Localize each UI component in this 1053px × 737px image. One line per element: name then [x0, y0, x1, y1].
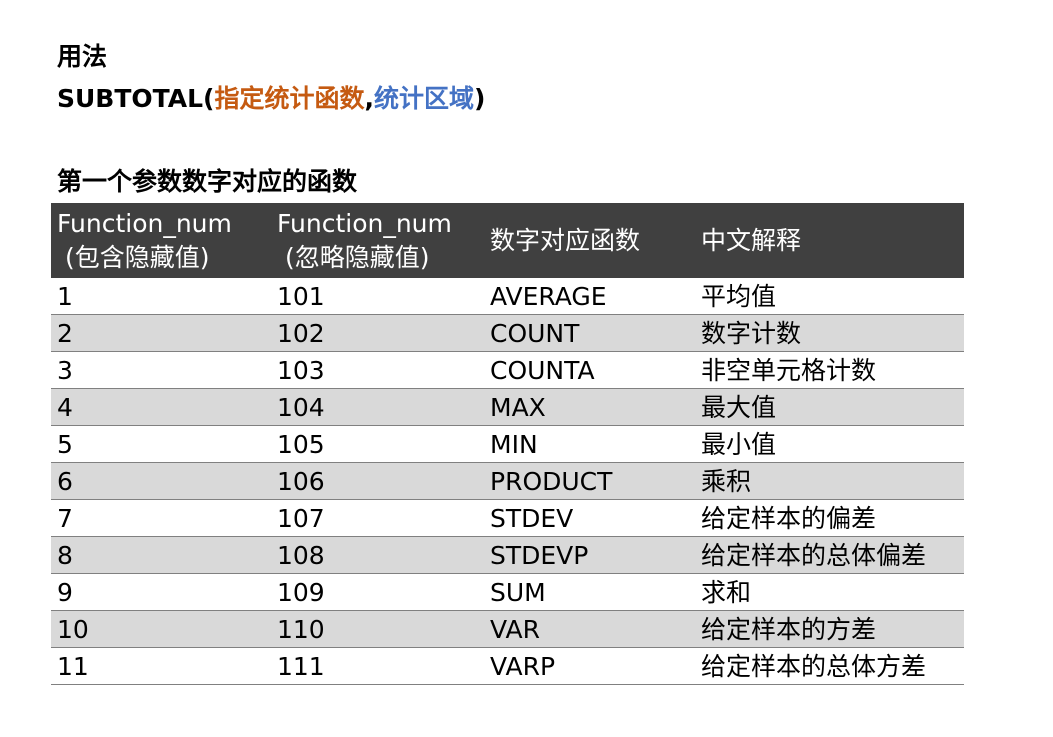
cell-description: 求和 [701, 578, 752, 607]
cell-function: STDEVP [490, 541, 589, 570]
cell-description: 平均值 [701, 282, 777, 311]
cell-num-ignoring-hidden: 106 [277, 467, 325, 496]
header-function: 数字对应函数 [490, 225, 641, 255]
table-row: 8 108 STDEVP 给定样本的总体偏差 [51, 537, 964, 574]
cell-description: 乘积 [701, 467, 752, 496]
header-label: Function_num [57, 208, 232, 238]
cell-function: AVERAGE [490, 282, 607, 311]
syntax-close-paren: ) [474, 84, 486, 113]
cell-description: 数字计数 [701, 319, 802, 348]
cell-num-including-hidden: 7 [57, 504, 73, 533]
cell-num-including-hidden: 10 [57, 615, 89, 644]
syntax-separator: , [364, 84, 375, 113]
cell-num-ignoring-hidden: 111 [277, 652, 325, 681]
cell-description: 最小值 [701, 430, 777, 459]
section-title: 第一个参数数字对应的函数 [57, 167, 358, 196]
cell-num-including-hidden: 3 [57, 356, 73, 385]
cell-num-including-hidden: 6 [57, 467, 73, 496]
cell-num-including-hidden: 2 [57, 319, 73, 348]
cell-num-including-hidden: 9 [57, 578, 73, 607]
cell-function: SUM [490, 578, 546, 607]
cell-function: COUNTA [490, 356, 595, 385]
function-num-table: Function_num (包含隐藏值) Function_num (忽略隐藏值… [51, 203, 964, 685]
table-body: 1 101 AVERAGE 平均值 2 102 COUNT 数字计数 3 103 COUNTA 非空单… [51, 278, 964, 685]
cell-function: MIN [490, 430, 538, 459]
header-num-including-hidden: Function_num (包含隐藏值) [51, 207, 271, 275]
cell-function: VAR [490, 615, 540, 644]
cell-num-including-hidden: 5 [57, 430, 73, 459]
cell-description: 给定样本的方差 [701, 615, 877, 644]
table-row: 7 107 STDEV 给定样本的偏差 [51, 500, 964, 537]
cell-num-ignoring-hidden: 109 [277, 578, 325, 607]
header-description: 中文解释 [701, 225, 802, 255]
header-label: Function_num [277, 208, 452, 238]
table-row: 4 104 MAX 最大值 [51, 389, 964, 426]
table-row: 1 101 AVERAGE 平均值 [51, 278, 964, 315]
cell-function: PRODUCT [490, 467, 613, 496]
cell-description: 给定样本的总体偏差 [701, 541, 927, 570]
cell-function: STDEV [490, 504, 574, 533]
syntax-arg-function-type: 指定统计函数 [214, 84, 365, 113]
usage-heading: 用法 [57, 42, 108, 71]
cell-num-ignoring-hidden: 105 [277, 430, 325, 459]
table-row: 11 111 VARP 给定样本的总体方差 [51, 648, 964, 685]
syntax-line: SUBTOTAL(指定统计函数,统计区域) [57, 83, 485, 115]
cell-num-including-hidden: 1 [57, 282, 73, 311]
syntax-arg-range: 统计区域 [374, 84, 475, 113]
table-row: 6 106 PRODUCT 乘积 [51, 463, 964, 500]
cell-num-including-hidden: 11 [57, 652, 89, 681]
cell-num-ignoring-hidden: 107 [277, 504, 325, 533]
cell-num-ignoring-hidden: 103 [277, 356, 325, 385]
cell-num-ignoring-hidden: 104 [277, 393, 325, 422]
table-row: 9 109 SUM 求和 [51, 574, 964, 611]
table-row: 2 102 COUNT 数字计数 [51, 315, 964, 352]
cell-description: 给定样本的总体方差 [701, 652, 927, 681]
table-row: 10 110 VAR 给定样本的方差 [51, 611, 964, 648]
table-header: Function_num (包含隐藏值) Function_num (忽略隐藏值… [51, 203, 964, 278]
header-sublabel: (忽略隐藏值) [285, 242, 430, 272]
cell-num-including-hidden: 4 [57, 393, 73, 422]
header-num-ignoring-hidden: Function_num (忽略隐藏值) [271, 207, 484, 275]
cell-num-ignoring-hidden: 102 [277, 319, 325, 348]
cell-description: 最大值 [701, 393, 777, 422]
cell-num-including-hidden: 8 [57, 541, 73, 570]
cell-num-ignoring-hidden: 101 [277, 282, 325, 311]
cell-function: MAX [490, 393, 546, 422]
cell-num-ignoring-hidden: 110 [277, 615, 325, 644]
cell-function: COUNT [490, 319, 580, 348]
cell-description: 给定样本的偏差 [701, 504, 877, 533]
cell-num-ignoring-hidden: 108 [277, 541, 325, 570]
table-row: 5 105 MIN 最小值 [51, 426, 964, 463]
table-row: 3 103 COUNTA 非空单元格计数 [51, 352, 964, 389]
cell-description: 非空单元格计数 [701, 356, 877, 385]
cell-function: VARP [490, 652, 556, 681]
syntax-function-name: SUBTOTAL( [57, 84, 215, 113]
header-sublabel: (包含隐藏值) [65, 242, 210, 272]
